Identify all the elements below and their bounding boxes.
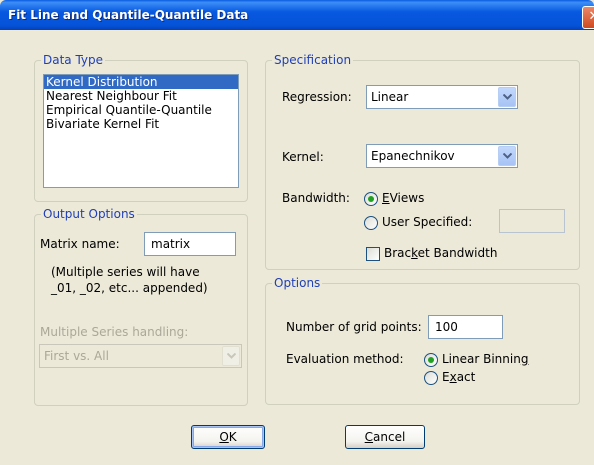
cancel-button[interactable]: Cancel xyxy=(345,425,425,449)
grid-points-label: Number of grid points: xyxy=(286,320,422,334)
title-bar[interactable]: Fit Line and Quantile-Quantile Data ✕ xyxy=(0,0,594,30)
series-note-line1: (Multiple series will have xyxy=(51,265,200,279)
chevron-down-icon[interactable] xyxy=(222,346,240,366)
exact-label[interactable]: Exact xyxy=(442,370,475,384)
evaluation-method-label: Evaluation method: xyxy=(286,352,404,366)
radio-selected-dot xyxy=(368,196,374,202)
user-specified-input[interactable] xyxy=(499,209,565,233)
series-note-line2: _01, _02, etc... appended) xyxy=(51,281,208,295)
chevron-down-icon[interactable] xyxy=(498,146,516,166)
data-type-group: Data Type Kernel Distribution Nearest Ne… xyxy=(34,53,248,202)
list-item-empirical-qq[interactable]: Empirical Quantile-Quantile xyxy=(44,103,238,117)
linear-binning-radio[interactable] xyxy=(424,353,438,367)
eviews-label-rest: Views xyxy=(389,191,425,205)
bracket-bandwidth-label[interactable]: Bracket Bandwidth xyxy=(384,246,497,260)
output-options-legend: Output Options xyxy=(41,207,137,221)
exact-radio[interactable] xyxy=(424,371,438,385)
kernel-value: Epanechnikov xyxy=(371,149,455,163)
exact-label-post: act xyxy=(456,370,476,384)
kernel-select[interactable]: Epanechnikov xyxy=(366,144,518,168)
ok-button[interactable]: OK xyxy=(191,425,265,449)
bandwidth-label: Bandwidth: xyxy=(282,191,350,205)
list-item-nearest-neighbour-fit[interactable]: Nearest Neighbour Fit xyxy=(44,89,238,103)
exact-label-pre: E xyxy=(442,370,450,384)
specification-legend: Specification xyxy=(272,53,354,67)
window-title: Fit Line and Quantile-Quantile Data xyxy=(8,8,249,22)
chevron-down-icon[interactable] xyxy=(498,87,516,107)
regression-label: Regression: xyxy=(282,90,352,104)
multiple-series-label: Multiple Series handling: xyxy=(40,325,189,339)
matrix-name-label: Matrix name: xyxy=(40,237,120,251)
data-type-list[interactable]: Kernel Distribution Nearest Neighbour Fi… xyxy=(43,74,239,188)
kernel-label: Kernel: xyxy=(282,150,324,164)
ok-label-rest: K xyxy=(228,430,237,444)
user-specified-radio[interactable] xyxy=(364,216,378,230)
linear-binning-accelerator: g xyxy=(520,352,529,366)
linear-binning-label[interactable]: Linear Binning xyxy=(442,352,528,366)
user-specified-label[interactable]: User Specified: xyxy=(382,215,472,229)
multiple-series-select[interactable]: First vs. All xyxy=(39,344,242,368)
bracket-label-post: et Bandwidth xyxy=(417,246,498,260)
cancel-label-rest: ancel xyxy=(373,430,406,444)
cancel-accelerator: C xyxy=(364,430,374,444)
grid-points-input[interactable]: 100 xyxy=(428,315,503,339)
eviews-radio-label[interactable]: EViews xyxy=(382,191,424,205)
specification-group: Specification Regression: Linear Kernel:… xyxy=(265,53,580,270)
output-options-group: Output Options Matrix name: matrix (Mult… xyxy=(34,207,248,406)
dialog-window: Fit Line and Quantile-Quantile Data ✕ Da… xyxy=(0,0,594,465)
close-icon[interactable]: ✕ xyxy=(582,6,594,29)
linear-binning-label-pre: Linear Binnin xyxy=(442,352,521,366)
bracket-bandwidth-checkbox[interactable] xyxy=(366,247,380,261)
radio-selected-dot xyxy=(428,357,434,363)
regression-select[interactable]: Linear xyxy=(366,85,518,109)
regression-value: Linear xyxy=(371,90,409,104)
options-group: Options Number of grid points: 100 Evalu… xyxy=(265,276,580,405)
list-item-bivariate-kernel-fit[interactable]: Bivariate Kernel Fit xyxy=(44,117,238,131)
options-legend: Options xyxy=(272,276,323,290)
exact-accelerator: x xyxy=(449,370,457,384)
eviews-accelerator: E xyxy=(382,191,390,205)
bracket-label-pre: Brac xyxy=(384,246,412,260)
data-type-legend: Data Type xyxy=(41,53,106,67)
matrix-name-input[interactable]: matrix xyxy=(144,232,236,256)
multiple-series-value: First vs. All xyxy=(44,349,109,363)
list-item-kernel-distribution[interactable]: Kernel Distribution xyxy=(44,75,238,89)
eviews-radio[interactable] xyxy=(364,192,378,206)
ok-accelerator: O xyxy=(219,430,229,444)
